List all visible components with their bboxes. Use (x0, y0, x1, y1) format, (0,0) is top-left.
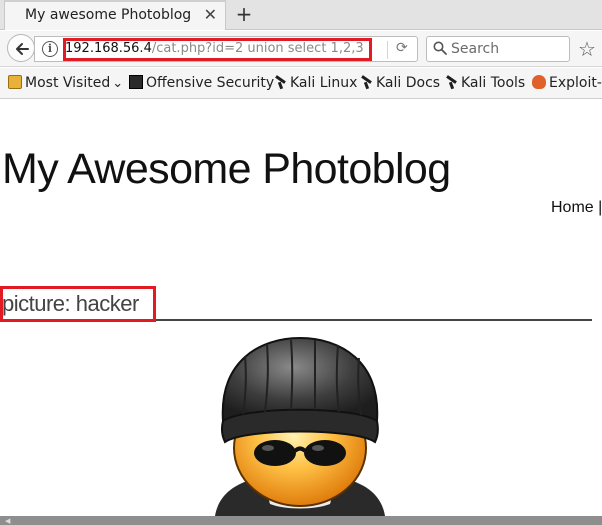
tab-photoblog[interactable]: My awesome Photoblog ✕ (4, 0, 226, 30)
search-input[interactable] (451, 40, 565, 58)
horizontal-scrollbar[interactable]: ◀ (0, 516, 602, 525)
bookmark-offensive-security[interactable]: Offensive Security (129, 75, 274, 91)
kali-dragon-icon (359, 75, 373, 89)
close-tab-icon[interactable]: ✕ (204, 5, 217, 24)
bookmark-kali-linux[interactable]: Kali Linux (273, 75, 357, 91)
tab-title: My awesome Photoblog (25, 7, 192, 23)
search-icon (433, 41, 447, 55)
kali-dragon-icon (444, 75, 458, 89)
bookmark-label: Kali Docs (376, 75, 441, 91)
offsec-icon (129, 75, 143, 89)
bookmark-kali-tools[interactable]: Kali Tools (444, 75, 525, 91)
bookmark-most-visited[interactable]: Most Visited ⌄ (8, 75, 123, 91)
site-title: My Awesome Photoblog (2, 145, 451, 193)
new-tab-button[interactable]: + (232, 1, 256, 27)
bookmark-exploit-db[interactable]: Exploit-D (532, 75, 602, 91)
back-button[interactable] (7, 34, 35, 62)
nav-home-link[interactable]: Home | (551, 199, 602, 217)
bookmark-star-icon[interactable]: ☆ (578, 37, 596, 61)
chevron-down-icon: ⌄ (112, 76, 124, 91)
bookmark-kali-docs[interactable]: Kali Docs (359, 75, 440, 91)
kali-dragon-icon (273, 75, 287, 89)
bookmarks-toolbar: Most Visited ⌄ Offensive Security Kali Li… (0, 68, 602, 99)
reload-icon[interactable]: ⟳ (396, 40, 408, 56)
arrow-left-icon (16, 43, 29, 55)
folder-icon (8, 75, 22, 89)
hacker-avatar-image (215, 336, 385, 516)
bookmark-label: Offensive Security (146, 75, 275, 91)
url-divider (387, 41, 388, 59)
scroll-left-icon[interactable]: ◀ (5, 517, 10, 525)
bookmark-label: Exploit-D (549, 75, 602, 91)
bookmark-label: Kali Tools (461, 75, 526, 91)
heading-highlight-box (0, 286, 156, 322)
tab-bar: My awesome Photoblog ✕ + (0, 0, 602, 30)
bookmark-label: Kali Linux (290, 75, 358, 91)
url-highlight-box (63, 38, 372, 61)
info-icon[interactable]: i (42, 41, 58, 57)
exploit-db-icon (532, 75, 546, 89)
bookmark-label: Most Visited (25, 75, 111, 91)
search-box[interactable] (426, 36, 570, 62)
